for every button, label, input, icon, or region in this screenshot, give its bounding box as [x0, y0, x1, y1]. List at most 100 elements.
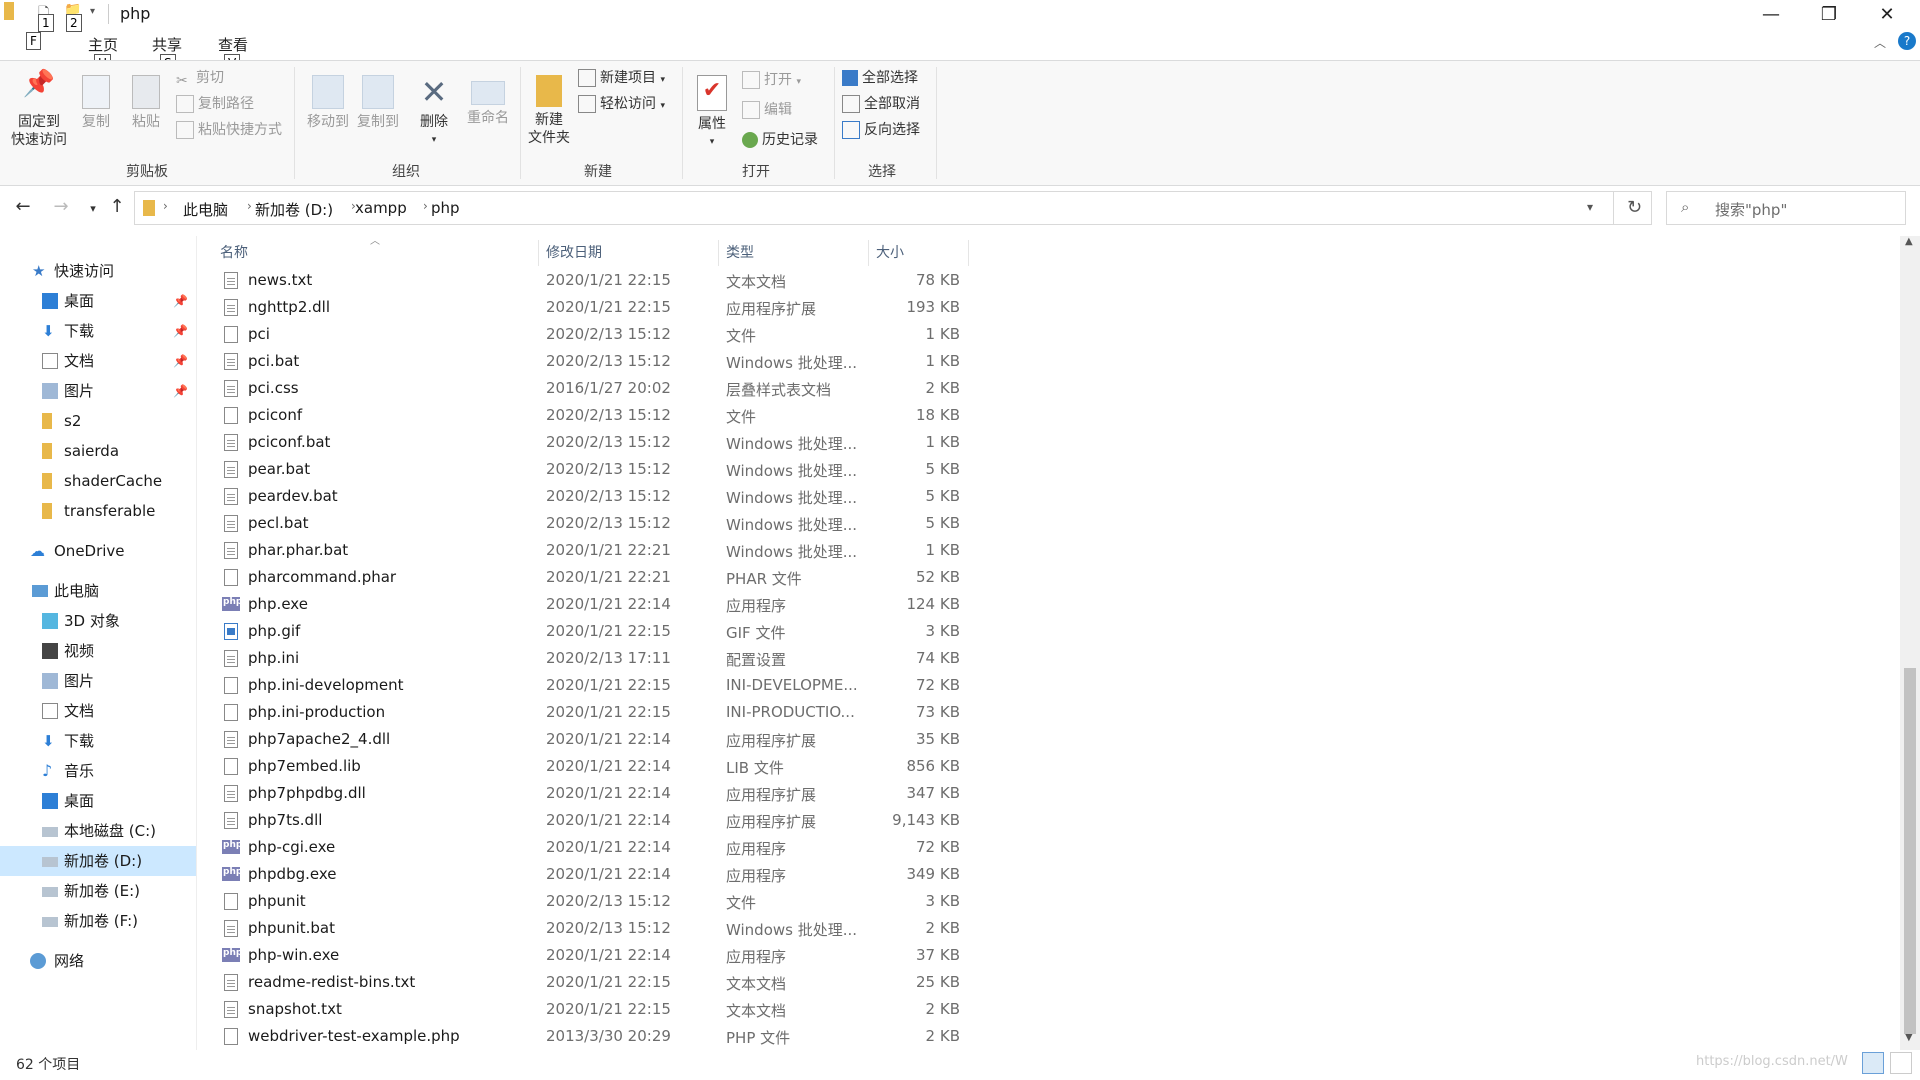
- breadcrumb-separator-icon[interactable]: ›: [247, 199, 252, 213]
- refresh-icon[interactable]: ↻: [1627, 197, 1642, 218]
- sidebar-item-videos[interactable]: 视频: [0, 636, 196, 666]
- table-row[interactable]: phpunit 2020/2/13 15:12 文件 3 KB: [214, 888, 974, 915]
- table-row[interactable]: snapshot.txt 2020/1/21 22:15 文本文档 2 KB: [214, 996, 974, 1023]
- tab-home[interactable]: 主页: [88, 34, 118, 55]
- copy-to-button[interactable]: 复制到: [352, 75, 404, 131]
- table-row[interactable]: peardev.bat 2020/2/13 15:12 Windows 批处理...…: [214, 483, 974, 510]
- sidebar-item-drive-e[interactable]: 新加卷 (E:): [0, 876, 196, 906]
- table-row[interactable]: readme-redist-bins.txt 2020/1/21 22:15 文本文…: [214, 969, 974, 996]
- new-folder-button[interactable]: 新建 文件夹: [526, 75, 572, 147]
- table-row[interactable]: pci.bat 2020/2/13 15:12 Windows 批处理... 1 KB: [214, 348, 974, 375]
- table-row[interactable]: pear.bat 2020/2/13 15:12 Windows 批处理... 5 K…: [214, 456, 974, 483]
- table-row[interactable]: pecl.bat 2020/2/13 15:12 Windows 批处理... 5 K…: [214, 510, 974, 537]
- table-row[interactable]: phpunit.bat 2020/2/13 15:12 Windows 批处理...…: [214, 915, 974, 942]
- table-row[interactable]: phar.phar.bat 2020/1/21 22:21 Windows 批处理.…: [214, 537, 974, 564]
- sidebar-item-pc-desktop[interactable]: 桌面: [0, 786, 196, 816]
- table-row[interactable]: php7embed.lib 2020/1/21 22:14 LIB 文件 856 KB: [214, 753, 974, 780]
- address-bar[interactable]: › 此电脑 › 新加卷 (D:) › xampp › php ▾ ↻: [134, 191, 1652, 225]
- invert-selection-button[interactable]: 反向选择: [842, 119, 920, 141]
- sidebar-item-desktop[interactable]: 桌面 📌: [0, 286, 196, 316]
- edit-button[interactable]: 编辑: [742, 99, 792, 121]
- open-button[interactable]: 打开 ▾: [742, 69, 801, 91]
- paste-shortcut-button[interactable]: 粘贴快捷方式: [176, 119, 282, 141]
- breadcrumb-drive-d[interactable]: 新加卷 (D:): [255, 199, 333, 220]
- table-row[interactable]: php.exe 2020/1/21 22:14 应用程序 124 KB: [214, 591, 974, 618]
- table-row[interactable]: php7ts.dll 2020/1/21 22:14 应用程序扩展 9,143 KB: [214, 807, 974, 834]
- column-header-type[interactable]: 类型: [726, 242, 754, 262]
- easy-access-button[interactable]: 轻松访问 ▾: [578, 93, 665, 115]
- sidebar-item-pc-pictures[interactable]: 图片: [0, 666, 196, 696]
- sidebar-item-downloads[interactable]: ⬇ 下载 📌: [0, 316, 196, 346]
- delete-dropdown-icon[interactable]: ▾: [414, 131, 454, 149]
- sidebar-item-drive-c[interactable]: 本地磁盘 (C:): [0, 816, 196, 846]
- pane-divider[interactable]: [196, 236, 197, 1050]
- column-divider[interactable]: [968, 240, 969, 266]
- table-row[interactable]: nghttp2.dll 2020/1/21 22:15 应用程序扩展 193 KB: [214, 294, 974, 321]
- back-arrow-icon[interactable]: ←: [10, 196, 36, 217]
- copy-button[interactable]: 复制: [76, 75, 116, 131]
- qat-customize-icon[interactable]: ▾: [90, 6, 95, 17]
- close-button[interactable]: ✕: [1858, 0, 1916, 30]
- properties-button[interactable]: ✔ 属性 ▾: [690, 75, 734, 151]
- table-row[interactable]: webdriver-test-example.php 2013/3/30 20:2…: [214, 1023, 974, 1050]
- breadcrumb-separator-icon[interactable]: ›: [163, 199, 168, 213]
- scrollbar-thumb[interactable]: [1904, 668, 1916, 1034]
- tab-share[interactable]: 共享: [152, 34, 182, 55]
- table-row[interactable]: php.ini 2020/2/13 17:11 配置设置 74 KB: [214, 645, 974, 672]
- tab-view[interactable]: 查看: [218, 34, 248, 55]
- history-button[interactable]: 历史记录: [742, 129, 818, 151]
- table-row[interactable]: php.gif 2020/1/21 22:15 GIF 文件 3 KB: [214, 618, 974, 645]
- table-row[interactable]: php-cgi.exe 2020/1/21 22:14 应用程序 72 KB: [214, 834, 974, 861]
- table-row[interactable]: news.txt 2020/1/21 22:15 文本文档 78 KB: [214, 267, 974, 294]
- column-divider[interactable]: [868, 240, 869, 266]
- sidebar-item-this-pc[interactable]: 此电脑: [0, 576, 196, 606]
- breadcrumb-php[interactable]: php: [431, 199, 460, 217]
- column-header-size[interactable]: 大小: [876, 242, 904, 262]
- forward-arrow-icon[interactable]: →: [48, 196, 74, 217]
- table-row[interactable]: pci.css 2016/1/27 20:02 层叠样式表文档 2 KB: [214, 375, 974, 402]
- sidebar-item-network[interactable]: 网络: [0, 946, 196, 976]
- properties-dropdown-icon[interactable]: ▾: [690, 133, 734, 151]
- sidebar-item-drive-f[interactable]: 新加卷 (F:): [0, 906, 196, 936]
- sidebar-item-pc-documents[interactable]: 文档: [0, 696, 196, 726]
- column-divider[interactable]: [538, 240, 539, 266]
- breadcrumb-this-pc[interactable]: 此电脑: [183, 199, 228, 220]
- table-row[interactable]: pci 2020/2/13 15:12 文件 1 KB: [214, 321, 974, 348]
- search-input[interactable]: 搜索"php": [1715, 199, 1787, 220]
- select-all-button[interactable]: 全部选择: [842, 67, 918, 89]
- minimize-button[interactable]: —: [1742, 0, 1800, 30]
- cut-button[interactable]: ✂ 剪切: [176, 67, 224, 89]
- sidebar-item-music[interactable]: ♪ 音乐: [0, 756, 196, 786]
- address-history-chevron-icon[interactable]: ▾: [1587, 200, 1593, 214]
- delete-button[interactable]: ✕ 删除 ▾: [414, 75, 454, 149]
- search-box[interactable]: ⌕ 搜索"php": [1666, 191, 1906, 225]
- table-row[interactable]: php.ini-development 2020/1/21 22:15 INI-DE…: [214, 672, 974, 699]
- copy-path-button[interactable]: 复制路径: [176, 93, 254, 115]
- table-row[interactable]: php7apache2_4.dll 2020/1/21 22:14 应用程序扩展 35…: [214, 726, 974, 753]
- sidebar-item-pictures[interactable]: 图片 📌: [0, 376, 196, 406]
- sidebar-item-3d-objects[interactable]: 3D 对象: [0, 606, 196, 636]
- pin-quick-access-button[interactable]: 📌 固定到 快速访问: [6, 71, 72, 149]
- sidebar-item-shadercache[interactable]: shaderCache: [0, 466, 196, 496]
- new-item-button[interactable]: 新建项目 ▾: [578, 67, 665, 89]
- recent-locations-chevron-icon[interactable]: ▾: [80, 202, 106, 215]
- column-divider[interactable]: [718, 240, 719, 266]
- breadcrumb-xampp[interactable]: xampp: [355, 199, 407, 217]
- maximize-button[interactable]: ❐: [1800, 0, 1858, 30]
- collapse-ribbon-icon[interactable]: ︿: [1874, 34, 1886, 51]
- scroll-up-arrow-icon[interactable]: ▲: [1905, 236, 1913, 247]
- sidebar-item-quick-access[interactable]: ★ 快速访问: [0, 256, 196, 286]
- table-row[interactable]: pciconf 2020/2/13 15:12 文件 18 KB: [214, 402, 974, 429]
- move-to-button[interactable]: 移动到: [302, 75, 354, 131]
- sidebar-item-documents[interactable]: 文档 📌: [0, 346, 196, 376]
- details-view-icon[interactable]: [1862, 1052, 1884, 1074]
- table-row[interactable]: phpdbg.exe 2020/1/21 22:14 应用程序 349 KB: [214, 861, 974, 888]
- table-row[interactable]: pciconf.bat 2020/2/13 15:12 Windows 批处理...…: [214, 429, 974, 456]
- table-row[interactable]: php.ini-production 2020/1/21 22:15 INI-PRO…: [214, 699, 974, 726]
- help-icon[interactable]: ?: [1898, 32, 1916, 50]
- breadcrumb-separator-icon[interactable]: ›: [423, 199, 428, 213]
- sidebar-item-s2[interactable]: s2: [0, 406, 196, 436]
- table-row[interactable]: php-win.exe 2020/1/21 22:14 应用程序 37 KB: [214, 942, 974, 969]
- sidebar-item-saierda[interactable]: saierda: [0, 436, 196, 466]
- sidebar-item-pc-downloads[interactable]: ⬇ 下载: [0, 726, 196, 756]
